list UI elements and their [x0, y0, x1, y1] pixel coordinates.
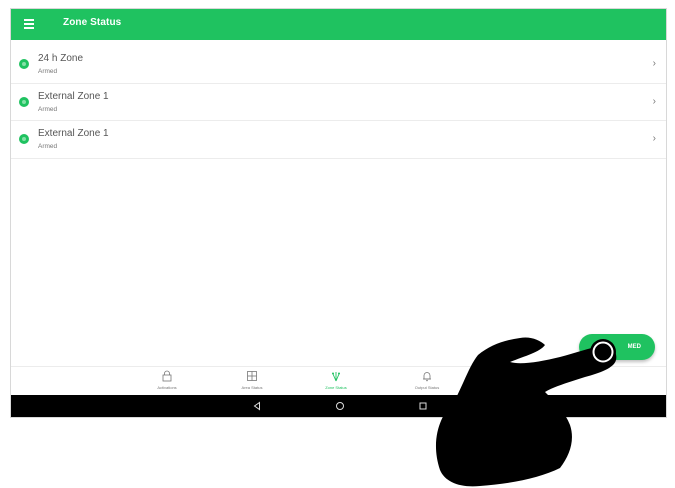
floating-action-button[interactable]: MED	[579, 334, 655, 360]
zone-row[interactable]: External Zone 1 Armed ›	[11, 121, 666, 159]
nav-item-activations[interactable]: Activations	[137, 369, 197, 390]
nav-label: Zone Status	[325, 385, 347, 390]
system-navigation-bar	[11, 395, 666, 417]
nav-label: Output Status	[414, 385, 440, 390]
chevron-right-icon: ›	[652, 133, 656, 144]
app-bar: Zone Status	[11, 9, 666, 40]
bottom-navigation: Activations Area Status Zone Status Outp…	[11, 366, 666, 394]
nav-label: Area Status	[241, 385, 263, 390]
home-icon[interactable]	[334, 400, 346, 412]
recents-icon[interactable]	[417, 400, 429, 412]
grid-icon	[247, 371, 257, 381]
tablet-screen: Zone Status 24 h Zone Armed › External Z…	[10, 8, 667, 418]
zone-state: Armed	[38, 143, 58, 150]
zone-state: Armed	[38, 105, 58, 113]
zone-list: 24 h Zone Armed › External Zone 1 Armed …	[11, 46, 666, 159]
hamburger-menu-icon[interactable]	[24, 19, 34, 29]
nav-item-output-status[interactable]: Output Status	[397, 369, 457, 390]
nav-label: Activations	[157, 385, 177, 390]
zone-row[interactable]: 24 h Zone Armed ›	[11, 46, 666, 84]
zones-icon	[332, 372, 340, 382]
nav-item-area-status[interactable]: Area Status	[222, 369, 282, 390]
zone-state: Armed	[38, 68, 58, 75]
nav-item-zone-status[interactable]: Zone Status	[306, 369, 366, 390]
chevron-right-icon: ›	[652, 95, 656, 107]
bell-icon	[423, 372, 431, 382]
page-title: Zone Status	[63, 17, 122, 28]
zone-name: 24 h Zone	[38, 53, 84, 64]
back-icon[interactable]	[251, 400, 263, 412]
zone-name: External Zone 1	[38, 90, 109, 102]
zone-status-dot-icon	[19, 134, 29, 144]
zone-status-dot-icon	[19, 59, 29, 69]
zone-status-dot-icon	[19, 96, 29, 107]
zone-row[interactable]: External Zone 1 Armed ›	[11, 84, 666, 121]
lock-icon	[162, 370, 172, 382]
zone-name: External Zone 1	[38, 128, 109, 139]
chevron-right-icon: ›	[652, 58, 656, 69]
